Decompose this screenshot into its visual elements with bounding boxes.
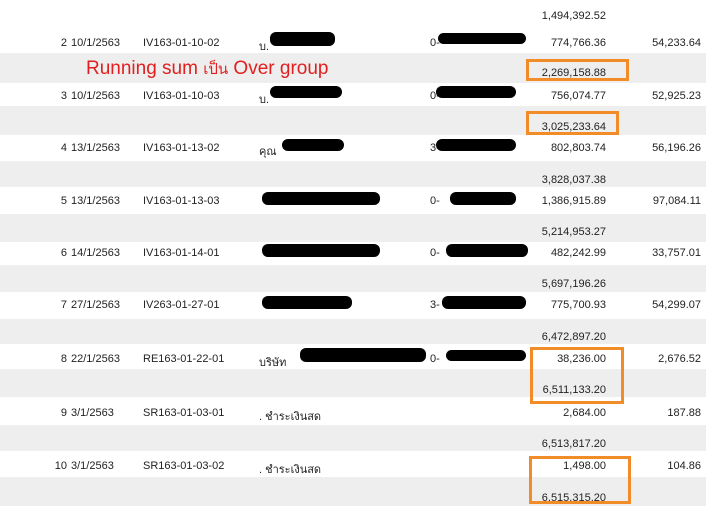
- row-vat: 54,233.64: [652, 37, 701, 49]
- row-running-sum: 6,513,817.20: [541, 438, 606, 450]
- row-date: 3/1/2563: [71, 407, 114, 419]
- row-date: 13/1/2563: [71, 195, 120, 207]
- row-document-number: RE163-01-22-01: [143, 353, 225, 365]
- redaction-mark: [438, 33, 526, 44]
- highlight-box: [526, 59, 629, 81]
- row-vat: 104.86: [667, 460, 701, 472]
- row-running-sum: 5,697,196.26: [541, 278, 606, 290]
- row-tax-id: 3-: [430, 299, 440, 311]
- row-tax-id: 0-: [430, 247, 440, 259]
- row-document-number: IV163-01-10-02: [143, 37, 220, 49]
- row-date: 13/1/2563: [71, 142, 120, 154]
- row-date: 10/1/2563: [71, 90, 120, 102]
- row-vat: 56,196.26: [652, 142, 701, 154]
- highlight-box: [526, 111, 619, 135]
- row-customer-name: บริษัท: [259, 357, 287, 369]
- row-number: 7: [60, 299, 67, 311]
- row-number: 3: [60, 90, 67, 102]
- row-vat: 52,925.23: [652, 90, 701, 102]
- row-amount: 2,684.00: [563, 407, 606, 419]
- highlight-box: [529, 456, 631, 504]
- redaction-mark: [270, 32, 335, 46]
- row-date: 10/1/2563: [71, 37, 120, 49]
- row-vat: 33,757.01: [652, 247, 701, 259]
- redaction-mark: [282, 139, 344, 151]
- row-document-number: SR163-01-03-01: [143, 407, 225, 419]
- row-amount: 482,242.99: [550, 247, 606, 259]
- row-date: 14/1/2563: [71, 247, 120, 259]
- row-amount: 774,766.36: [550, 37, 606, 49]
- row-customer-name: บ.: [259, 41, 270, 53]
- redaction-mark: [436, 139, 516, 151]
- row-tax-id: 0-: [430, 353, 440, 365]
- row-vat: 187.88: [667, 407, 701, 419]
- row-date: 22/1/2563: [71, 353, 120, 365]
- redaction-mark: [262, 244, 380, 257]
- row-document-number: IV163-01-13-02: [143, 142, 220, 154]
- row-number: 10: [54, 460, 67, 472]
- row-running-sum: 3,828,037.38: [541, 174, 606, 186]
- row-number: 8: [60, 353, 67, 365]
- row-vat: 54,299.07: [652, 299, 701, 311]
- redaction-mark: [442, 296, 526, 309]
- row-running-sum: 6,472,897.20: [541, 331, 606, 343]
- row-document-number: IV263-01-27-01: [143, 299, 220, 311]
- row-running-sum: 5,214,953.27: [541, 226, 606, 238]
- row-number: 9: [60, 407, 67, 419]
- redaction-mark: [262, 296, 352, 309]
- row-document-number: IV163-01-10-03: [143, 90, 220, 102]
- redaction-mark: [446, 244, 528, 257]
- row-amount: 756,074.77: [550, 90, 606, 102]
- row-customer-name: . ชำระเงินสด: [259, 464, 322, 476]
- row-number: 5: [60, 195, 67, 207]
- row-number: 6: [60, 247, 67, 259]
- row-vat: 2,676.52: [658, 353, 701, 365]
- redaction-mark: [450, 192, 516, 205]
- row-customer-name: คุณ: [259, 146, 277, 158]
- row-date: 3/1/2563: [71, 460, 114, 472]
- highlight-box: [530, 347, 624, 404]
- running-sum-value: 1,494,392.52: [541, 10, 606, 22]
- row-customer-name: . ชำระเงินสด: [259, 411, 322, 423]
- row-document-number: IV163-01-14-01: [143, 247, 220, 259]
- redaction-mark: [262, 192, 380, 205]
- row-document-number: IV163-01-13-03: [143, 195, 220, 207]
- row-number: 2: [60, 37, 67, 49]
- row-vat: 97,084.11: [652, 195, 701, 207]
- row-document-number: SR163-01-03-02: [143, 460, 225, 472]
- redaction-mark: [436, 86, 516, 98]
- row-date: 27/1/2563: [71, 299, 120, 311]
- redaction-mark: [300, 348, 426, 362]
- row-amount: 802,803.74: [550, 142, 606, 154]
- redaction-mark: [446, 350, 526, 361]
- row-amount: 1,386,915.89: [541, 195, 606, 207]
- row-customer-name: บ.: [259, 94, 270, 106]
- row-amount: 775,700.93: [550, 299, 606, 311]
- redaction-mark: [270, 86, 342, 98]
- row-tax-id: 0-: [430, 195, 440, 207]
- row-number: 4: [60, 142, 67, 154]
- annotation-text: Running sum เป็น Over group: [86, 58, 329, 79]
